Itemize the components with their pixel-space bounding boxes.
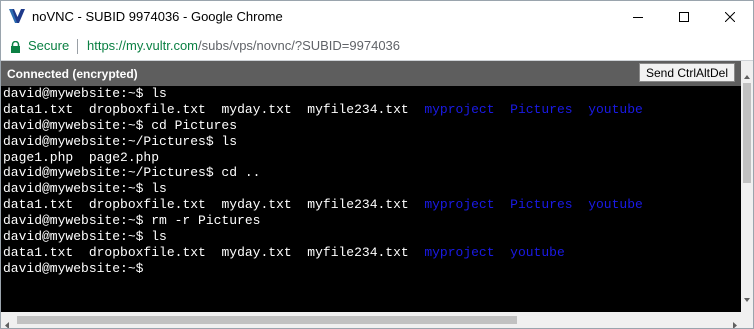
- directory-entry: myproject: [424, 244, 495, 260]
- scrollbar-corner: [741, 312, 753, 328]
- vultr-v-icon: [8, 7, 26, 25]
- terminal-line: data1.txt dropboxfile.txt myday.txt myfi…: [1, 245, 741, 261]
- browser-window: noVNC - SUBID 9974036 - Google Chrome Se…: [0, 0, 754, 329]
- file-entry: dropboxfile.txt: [88, 101, 206, 117]
- terminal-command-text: david@mywebsite:~$ cd Pictures: [3, 117, 238, 133]
- send-ctrl-alt-del-button[interactable]: Send CtrlAltDel: [638, 63, 735, 82]
- terminal-command-text: david@mywebsite:~$ ls: [3, 86, 167, 101]
- terminal-command-text: david@mywebsite:~$ ls: [3, 181, 167, 197]
- file-entry: dropboxfile.txt: [88, 197, 206, 213]
- url-field[interactable]: https://my.vultr.com/subs/vps/novnc/?SUB…: [87, 38, 400, 53]
- terminal-line: david@mywebsite:~$ cd Pictures: [1, 118, 741, 134]
- address-bar[interactable]: Secure https://my.vultr.com/subs/vps/nov…: [1, 32, 753, 61]
- terminal-line: david@mywebsite:~$ ls: [1, 86, 741, 102]
- file-entry: myday.txt: [221, 244, 292, 260]
- terminal-command-text: david@mywebsite:~$: [3, 260, 144, 276]
- directory-entry: youtube: [588, 197, 643, 213]
- file-entry: page2.php: [88, 149, 160, 165]
- connection-status: Connected (encrypted): [7, 67, 138, 81]
- secure-label[interactable]: Secure: [28, 38, 69, 53]
- scroll-up-arrow-icon[interactable]: [744, 66, 750, 84]
- file-entry: page1.php: [3, 149, 74, 165]
- directory-entry: myproject: [424, 197, 495, 213]
- maximize-icon: [679, 11, 689, 22]
- url-domain: https://my.vultr.com: [87, 38, 199, 53]
- scroll-left-arrow-icon[interactable]: [5, 316, 9, 328]
- maximize-button[interactable]: [661, 1, 707, 32]
- close-button[interactable]: [707, 1, 753, 32]
- directory-entry: Pictures: [510, 101, 573, 117]
- terminal-line: data1.txt dropboxfile.txt myday.txt myfi…: [1, 197, 741, 213]
- directory-entry: youtube: [510, 244, 565, 260]
- lock-icon[interactable]: [10, 40, 21, 53]
- horizontal-scroll-thumb[interactable]: [17, 316, 517, 324]
- vertical-scroll-thumb[interactable]: [743, 83, 751, 183]
- terminal-line: david@mywebsite:~$: [1, 261, 741, 277]
- file-entry: dropboxfile.txt: [88, 244, 206, 260]
- terminal-command-text: david@mywebsite:~$ ls: [3, 229, 167, 245]
- close-icon: [725, 11, 735, 22]
- window-title: noVNC - SUBID 9974036 - Google Chrome: [32, 9, 283, 24]
- terminal-command-text: david@mywebsite:~/Pictures$ cd ..: [3, 165, 261, 181]
- terminal-line: david@mywebsite:~$ ls: [1, 181, 741, 197]
- horizontal-scrollbar[interactable]: [1, 312, 741, 328]
- terminal-line: page1.php page2.php: [1, 150, 741, 166]
- terminal-command-text: david@mywebsite:~/Pictures$ ls: [3, 133, 238, 149]
- file-entry: myfile234.txt: [307, 197, 409, 213]
- file-entry: myday.txt: [221, 197, 292, 213]
- title-bar[interactable]: noVNC - SUBID 9974036 - Google Chrome: [1, 1, 753, 32]
- vertical-scrollbar[interactable]: [741, 61, 753, 312]
- directory-entry: Pictures: [510, 197, 573, 213]
- novnc-status-bar: Connected (encrypted) Send CtrlAltDel: [1, 61, 741, 86]
- minimize-icon: [633, 12, 643, 22]
- terminal-line: david@mywebsite:~$ rm -r Pictures: [1, 213, 741, 229]
- vnc-terminal-screen[interactable]: david@mywebsite:~$ ls data1.txt dropboxfi…: [1, 86, 741, 312]
- file-entry: myfile234.txt: [307, 244, 409, 260]
- terminal-command-text: david@mywebsite:~$ rm -r Pictures: [3, 213, 261, 229]
- terminal-line: david@mywebsite:~/Pictures$ ls: [1, 134, 741, 150]
- scroll-right-arrow-icon[interactable]: [733, 316, 737, 328]
- directory-entry: youtube: [588, 101, 643, 117]
- file-entry: data1.txt: [3, 197, 74, 213]
- terminal-line: data1.txt dropboxfile.txt myday.txt myfi…: [1, 102, 741, 118]
- file-entry: data1.txt: [3, 101, 74, 117]
- terminal-line: david@mywebsite:~/Pictures$ cd ..: [1, 165, 741, 181]
- file-entry: myfile234.txt: [307, 101, 409, 117]
- address-separator: [77, 39, 78, 54]
- terminal-line: david@mywebsite:~$ ls: [1, 229, 741, 245]
- scroll-down-arrow-icon[interactable]: [744, 289, 750, 307]
- directory-entry: myproject: [424, 101, 495, 117]
- file-entry: data1.txt: [3, 244, 74, 260]
- minimize-button[interactable]: [615, 1, 661, 32]
- file-entry: myday.txt: [221, 101, 292, 117]
- url-path: /subs/vps/novnc/?SUBID=9974036: [198, 38, 401, 53]
